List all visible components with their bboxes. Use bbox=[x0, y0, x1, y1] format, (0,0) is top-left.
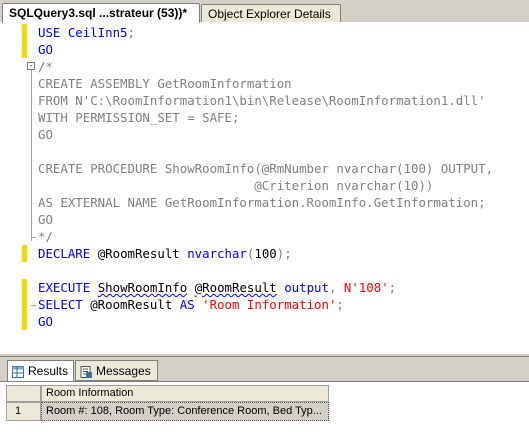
code-token: SELECT bbox=[38, 297, 91, 312]
code-token: @RoomResult bbox=[194, 280, 277, 295]
code-line[interactable]: /* bbox=[0, 58, 529, 75]
code-line[interactable] bbox=[0, 143, 529, 160]
row-header-corner bbox=[6, 385, 41, 402]
code-text: CREATE ASSEMBLY GetRoomInformation bbox=[38, 75, 292, 92]
document-tab-strip: SQLQuery3.sql ...strateur (53))* Object … bbox=[0, 0, 529, 23]
code-text: */ bbox=[38, 228, 53, 245]
code-token: N'108' bbox=[343, 280, 389, 295]
code-token: GO bbox=[38, 212, 53, 227]
row-number[interactable]: 1 bbox=[6, 402, 41, 421]
sql-query-editor[interactable]: USE CeilInn5; GO/* CREATE ASSEMBLY GetRoom… bbox=[0, 22, 529, 353]
code-token: @RoomResult bbox=[90, 297, 180, 312]
code-text: SELECT @RoomResult AS 'Room Information'… bbox=[38, 296, 344, 313]
code-token: ShowRoomInfo bbox=[97, 280, 188, 295]
code-line[interactable]: */ bbox=[0, 228, 529, 245]
code-token: AS EXTERNAL NAME GetRoomInformation.Room… bbox=[38, 195, 486, 210]
code-line[interactable]: DECLARE @RoomResult nvarchar(100); bbox=[0, 245, 529, 262]
code-text: GO bbox=[38, 313, 53, 330]
code-line[interactable]: @Criterion nvarchar(10)) bbox=[0, 177, 529, 194]
results-tab-strip: Results Messages bbox=[0, 357, 529, 381]
code-token: @RoomResult bbox=[97, 246, 188, 261]
code-text: AS EXTERNAL NAME GetRoomInformation.Room… bbox=[38, 194, 486, 211]
code-token: 100 bbox=[254, 246, 277, 261]
fold-end bbox=[31, 237, 36, 238]
tab-sqlquery3[interactable]: SQLQuery3.sql ...strateur (53))* bbox=[2, 3, 200, 23]
code-line[interactable]: GO bbox=[0, 313, 529, 330]
collapse-icon[interactable]: - bbox=[27, 62, 35, 70]
change-marker bbox=[22, 313, 27, 330]
code-text: GO bbox=[38, 126, 53, 143]
tab-object-explorer-details[interactable]: Object Explorer Details bbox=[201, 4, 341, 22]
code-line[interactable]: EXECUTE ShowRoomInfo @RoomResult output,… bbox=[0, 279, 529, 296]
code-line[interactable]: WITH PERMISSION_SET = SAFE; bbox=[0, 109, 529, 126]
code-line[interactable]: GO bbox=[0, 126, 529, 143]
code-line[interactable]: GO bbox=[0, 41, 529, 58]
code-text: /* bbox=[38, 58, 53, 75]
code-token: CeilInn5 bbox=[67, 25, 128, 40]
tab-results-label: Results bbox=[28, 364, 69, 378]
code-token: nvarchar bbox=[187, 246, 247, 261]
grid-icon bbox=[12, 365, 24, 378]
code-token: ); bbox=[276, 246, 292, 261]
code-token: AS bbox=[179, 297, 203, 312]
code-line[interactable]: GO bbox=[0, 211, 529, 228]
code-token: FROM N'C:\RoomInformation1\bin\Release\R… bbox=[38, 93, 486, 108]
code-line[interactable]: CREATE PROCEDURE ShowRoomInfo(@RmNumber … bbox=[0, 160, 529, 177]
change-marker bbox=[22, 41, 27, 58]
code-token: @Criterion nvarchar(10)) bbox=[38, 178, 434, 193]
change-marker bbox=[22, 279, 27, 296]
code-text: FROM N'C:\RoomInformation1\bin\Release\R… bbox=[38, 92, 486, 109]
column-header-room-information[interactable]: Room Information bbox=[41, 385, 329, 402]
code-text: DECLARE @RoomResult nvarchar(100); bbox=[38, 245, 292, 262]
code-token: GO bbox=[38, 314, 53, 329]
code-token: CREATE PROCEDURE ShowRoomInfo(@RmNumber … bbox=[38, 161, 494, 176]
change-marker bbox=[22, 296, 27, 313]
messages-icon bbox=[80, 365, 92, 378]
code-text: GO bbox=[38, 41, 53, 58]
code-token: 'Room Information' bbox=[202, 297, 337, 312]
code-line[interactable]: USE CeilInn5; bbox=[0, 24, 529, 41]
fold-end bbox=[31, 305, 36, 306]
code-token: WITH PERMISSION_SET = SAFE; bbox=[38, 110, 240, 125]
code-token: GO bbox=[38, 127, 53, 142]
code-line[interactable]: CREATE ASSEMBLY GetRoomInformation bbox=[0, 75, 529, 92]
code-text: EXECUTE ShowRoomInfo @RoomResult output,… bbox=[38, 279, 396, 296]
tab-messages[interactable]: Messages bbox=[75, 360, 158, 381]
code-token: ; bbox=[336, 297, 344, 312]
code-token: */ bbox=[38, 229, 53, 244]
code-token: CREATE ASSEMBLY GetRoomInformation bbox=[38, 76, 292, 91]
code-text: WITH PERMISSION_SET = SAFE; bbox=[38, 109, 239, 126]
code-text: CREATE PROCEDURE ShowRoomInfo(@RmNumber … bbox=[38, 160, 493, 177]
code-text: GO bbox=[38, 211, 53, 228]
fold-guide bbox=[31, 70, 32, 241]
code-token: /* bbox=[38, 59, 53, 74]
code-text: @Criterion nvarchar(10)) bbox=[38, 177, 433, 194]
code-token: USE bbox=[38, 25, 68, 40]
result-cell[interactable]: Room #: 108, Room Type: Conference Room,… bbox=[41, 402, 329, 421]
code-token: output bbox=[284, 280, 329, 295]
code-line[interactable]: AS EXTERNAL NAME GetRoomInformation.Room… bbox=[0, 194, 529, 211]
code-token: ; bbox=[388, 280, 397, 295]
tab-messages-label: Messages bbox=[96, 364, 151, 378]
code-token: EXECUTE bbox=[38, 280, 98, 295]
code-text: USE CeilInn5; bbox=[38, 24, 135, 41]
code-token: ; bbox=[127, 25, 135, 40]
results-grid: Room Information 1 Room #: 108, Room Typ… bbox=[0, 381, 529, 432]
code-line[interactable]: FROM N'C:\RoomInformation1\bin\Release\R… bbox=[0, 92, 529, 109]
change-marker bbox=[22, 245, 27, 262]
tab-results[interactable]: Results bbox=[7, 360, 74, 381]
code-line[interactable] bbox=[0, 262, 529, 279]
code-token: DECLARE bbox=[38, 246, 98, 261]
code-token: , bbox=[328, 280, 344, 295]
code-line[interactable]: SELECT @RoomResult AS 'Room Information'… bbox=[0, 296, 529, 313]
change-marker bbox=[22, 24, 27, 41]
code-token: GO bbox=[38, 42, 53, 57]
